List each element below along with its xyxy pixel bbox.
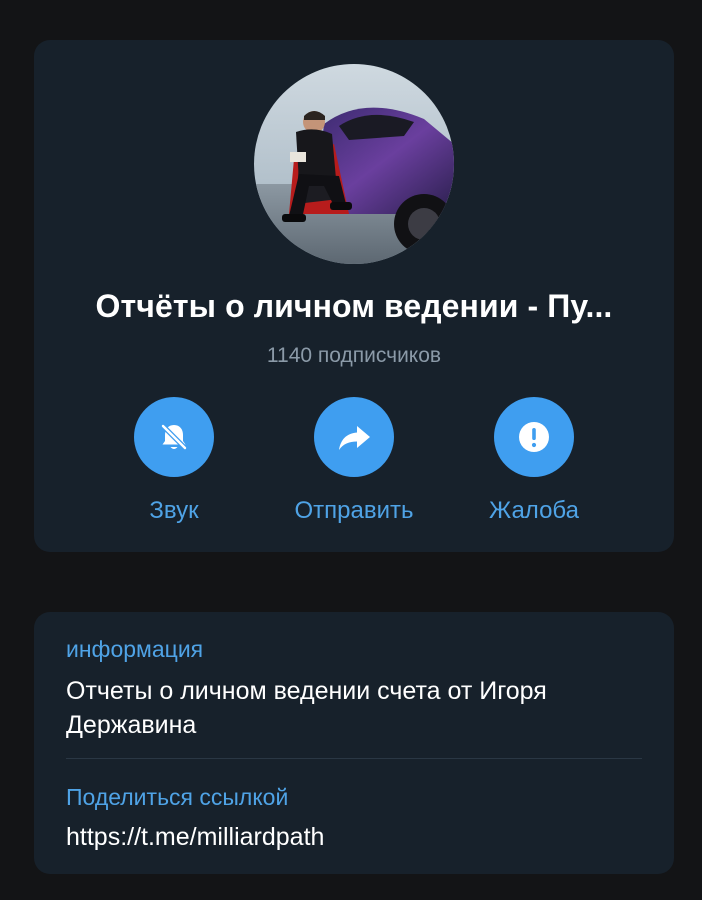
channel-info-card: информация Отчеты о личном ведении счета… [34, 612, 674, 874]
channel-profile-card: Отчёты о личном ведении - Пу... 1140 под… [34, 40, 674, 552]
share-label: Отправить [294, 497, 414, 524]
subscriber-count: 1140 подписчиков [266, 344, 442, 367]
channel-avatar[interactable] [254, 64, 454, 264]
share-circle[interactable] [314, 397, 394, 477]
avatar-photo [254, 64, 454, 264]
channel-title: Отчёты о личном ведении - Пу... [95, 288, 613, 324]
share-button[interactable]: Отправить [264, 397, 444, 537]
about-label: информация [66, 636, 204, 662]
exclamation-icon [519, 422, 549, 452]
share-link-url[interactable]: https://t.me/milliardpath [66, 820, 642, 854]
sound-button[interactable]: Звук [84, 397, 264, 537]
divider [66, 758, 642, 759]
sound-label: Звук [149, 497, 199, 524]
about-text: Отчеты о личном ведении счета от Игоря Д… [66, 677, 547, 739]
report-label: Жалоба [489, 497, 579, 524]
muted-bell-icon [160, 423, 188, 451]
share-link-label[interactable]: Поделиться ссылкой [66, 784, 288, 811]
share-arrow-icon [339, 426, 370, 450]
report-circle[interactable] [494, 397, 574, 477]
report-button[interactable]: Жалоба [444, 397, 624, 537]
sound-circle[interactable] [134, 397, 214, 477]
